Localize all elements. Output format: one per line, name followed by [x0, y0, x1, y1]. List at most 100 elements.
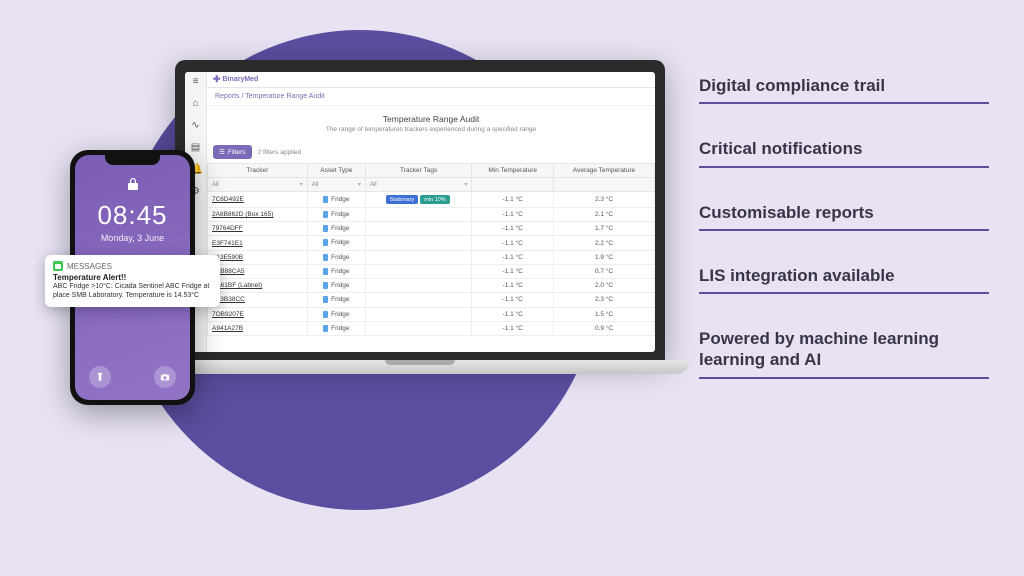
- filter-tracker[interactable]: All▾: [208, 178, 308, 192]
- col-min-temp[interactable]: Min Temperature: [472, 164, 554, 178]
- avg-temp-cell: 1.5 °C: [554, 307, 655, 321]
- feature-item: LIS integration available: [699, 265, 989, 294]
- feature-item: Digital compliance trail: [699, 75, 989, 104]
- tags-cell: Stationarymin 10%: [365, 192, 471, 208]
- camera-icon[interactable]: [154, 366, 176, 388]
- feature-list: Digital compliance trail Critical notifi…: [699, 75, 989, 379]
- asset-type-cell: Fridge: [307, 222, 365, 236]
- tracker-cell[interactable]: A941A27B: [208, 321, 308, 335]
- tags-cell: [365, 307, 471, 321]
- table-row: A941A27BFridge-1.1 °C0.9 °C: [208, 321, 655, 335]
- table-row: 79764DFFFridge -1.1 °C1.7 °C: [208, 222, 655, 236]
- asset-type-cell: Fridge: [307, 208, 365, 222]
- min-temp-cell: -1.1 °C: [472, 321, 554, 335]
- tracker-cell[interactable]: 2A8B862D (Box 165): [208, 208, 308, 222]
- notification-app: MESSAGES: [67, 262, 112, 271]
- tags-cell: [365, 279, 471, 293]
- table-row: E3F741E1Fridge-1.1 °C2.2 °C: [208, 236, 655, 250]
- fridge-icon: [323, 311, 328, 318]
- avg-temp-cell: 0.9 °C: [554, 321, 655, 335]
- app-window: ≡ ⌂ ∿ ▤ 🔔 ⚙ ✚ BinaryMed Reports / Temper…: [185, 72, 655, 352]
- lockscreen-date: Monday, 3 June: [75, 233, 190, 243]
- fridge-icon: [323, 268, 328, 275]
- asset-type-cell: Fridge: [307, 279, 365, 293]
- feature-item: Customisable reports: [699, 202, 989, 231]
- filters-button[interactable]: ☰Filters: [213, 145, 252, 159]
- signal-icon[interactable]: ∿: [191, 121, 201, 131]
- notification-title: Temperature Alert!!: [53, 273, 212, 282]
- table-row: BA61BF (Labnet)Fridge-1.1 °C2.0 °C: [208, 279, 655, 293]
- phone-mockup: 08:45 Monday, 3 June MESSAGES Temperatur…: [70, 150, 195, 405]
- fridge-icon: [323, 225, 328, 232]
- filters-applied-text: 2 filters applied: [258, 149, 302, 156]
- filters-label: Filters: [228, 149, 246, 156]
- tracker-cell[interactable]: 4A3E590B: [208, 250, 308, 264]
- asset-type-cell: Fridge: [307, 293, 365, 307]
- avg-temp-cell: 2.0 °C: [554, 279, 655, 293]
- col-avg-temp[interactable]: Average Temperature: [554, 164, 655, 178]
- feature-item: Powered by machine learning learning and…: [699, 328, 989, 379]
- asset-type-cell: Fridge: [307, 307, 365, 321]
- min-temp-cell: -1.1 °C: [472, 222, 554, 236]
- avg-temp-cell: 2.3 °C: [554, 293, 655, 307]
- tags-cell: [365, 222, 471, 236]
- tags-cell: [365, 236, 471, 250]
- tracker-cell[interactable]: BA61BF (Labnet): [208, 279, 308, 293]
- tracker-cell[interactable]: 79764DFF: [208, 222, 308, 236]
- chevron-down-icon: ▾: [300, 181, 303, 188]
- col-tracker-tags[interactable]: Tracker Tags: [365, 164, 471, 178]
- table-row: 7CB88CA5Fridge-1.1 °C0.7 °C: [208, 264, 655, 278]
- col-tracker[interactable]: Tracker: [208, 164, 308, 178]
- tracker-cell[interactable]: 7C6D492E: [208, 192, 308, 208]
- asset-type-cell: Fridge: [307, 192, 365, 208]
- fridge-icon: [323, 282, 328, 289]
- tracker-cell[interactable]: 7CB88CA5: [208, 264, 308, 278]
- report-table: Tracker Asset Type Tracker Tags Min Temp…: [207, 163, 655, 336]
- filter-asset[interactable]: All▾: [307, 178, 365, 192]
- tracker-cell[interactable]: E3F741E1: [208, 236, 308, 250]
- asset-type-cell: Fridge: [307, 250, 365, 264]
- avg-temp-cell: 1.9 °C: [554, 250, 655, 264]
- flashlight-icon[interactable]: [89, 366, 111, 388]
- chart-icon[interactable]: ▤: [191, 143, 201, 153]
- tags-cell: [365, 250, 471, 264]
- notification-body: ABC Fridge >10°C: Cicada Sentinel ABC Fr…: [53, 283, 212, 301]
- report-subtitle: The range of temperatures trackers exper…: [207, 126, 655, 141]
- chevron-down-icon: ▾: [358, 181, 361, 188]
- tags-cell: [365, 264, 471, 278]
- table-header-row: Tracker Asset Type Tracker Tags Min Temp…: [208, 164, 655, 178]
- avg-temp-cell: 0.7 °C: [554, 264, 655, 278]
- tags-cell: [365, 321, 471, 335]
- table-row: 7OB9207EFridge -1.1 °C1.5 °C: [208, 307, 655, 321]
- fridge-icon: [323, 239, 328, 246]
- tags-cell: [365, 208, 471, 222]
- logo-text: BinaryMed: [223, 76, 259, 83]
- col-asset-type[interactable]: Asset Type: [307, 164, 365, 178]
- filter-tags[interactable]: All▾: [365, 178, 471, 192]
- tag-badge: min 10%: [420, 195, 449, 204]
- tracker-cell[interactable]: 7OB9207E: [208, 307, 308, 321]
- feature-item: Critical notifications: [699, 138, 989, 167]
- messages-app-icon: [53, 261, 63, 271]
- tags-cell: [365, 293, 471, 307]
- laptop-base: [150, 360, 690, 374]
- fridge-icon: [323, 325, 328, 332]
- min-temp-cell: -1.1 °C: [472, 236, 554, 250]
- home-icon[interactable]: ⌂: [191, 99, 201, 109]
- min-temp-cell: -1.1 °C: [472, 208, 554, 222]
- table-row: 7C6D492EFridgeStationarymin 10%-1.1 °C2.…: [208, 192, 655, 208]
- avg-temp-cell: 1.7 °C: [554, 222, 655, 236]
- notification-card[interactable]: MESSAGES Temperature Alert!! ABC Fridge …: [45, 255, 220, 307]
- min-temp-cell: -1.1 °C: [472, 250, 554, 264]
- lockscreen-time: 08:45: [75, 200, 190, 231]
- min-temp-cell: -1.1 °C: [472, 307, 554, 321]
- fridge-icon: [323, 211, 328, 218]
- laptop-mockup: ≡ ⌂ ∿ ▤ 🔔 ⚙ ✚ BinaryMed Reports / Temper…: [175, 60, 665, 390]
- table-row: 2A8B862D (Box 165)Fridge-1.1 °C2.1 °C: [208, 208, 655, 222]
- breadcrumb[interactable]: Reports / Temperature Range Audit: [207, 88, 655, 106]
- table-row: 4A3E590BFridge -1.1 °C1.9 °C: [208, 250, 655, 264]
- tracker-cell[interactable]: C23B38CC: [208, 293, 308, 307]
- min-temp-cell: -1.1 °C: [472, 264, 554, 278]
- menu-icon[interactable]: ≡: [191, 77, 201, 87]
- avg-temp-cell: 2.3 °C: [554, 192, 655, 208]
